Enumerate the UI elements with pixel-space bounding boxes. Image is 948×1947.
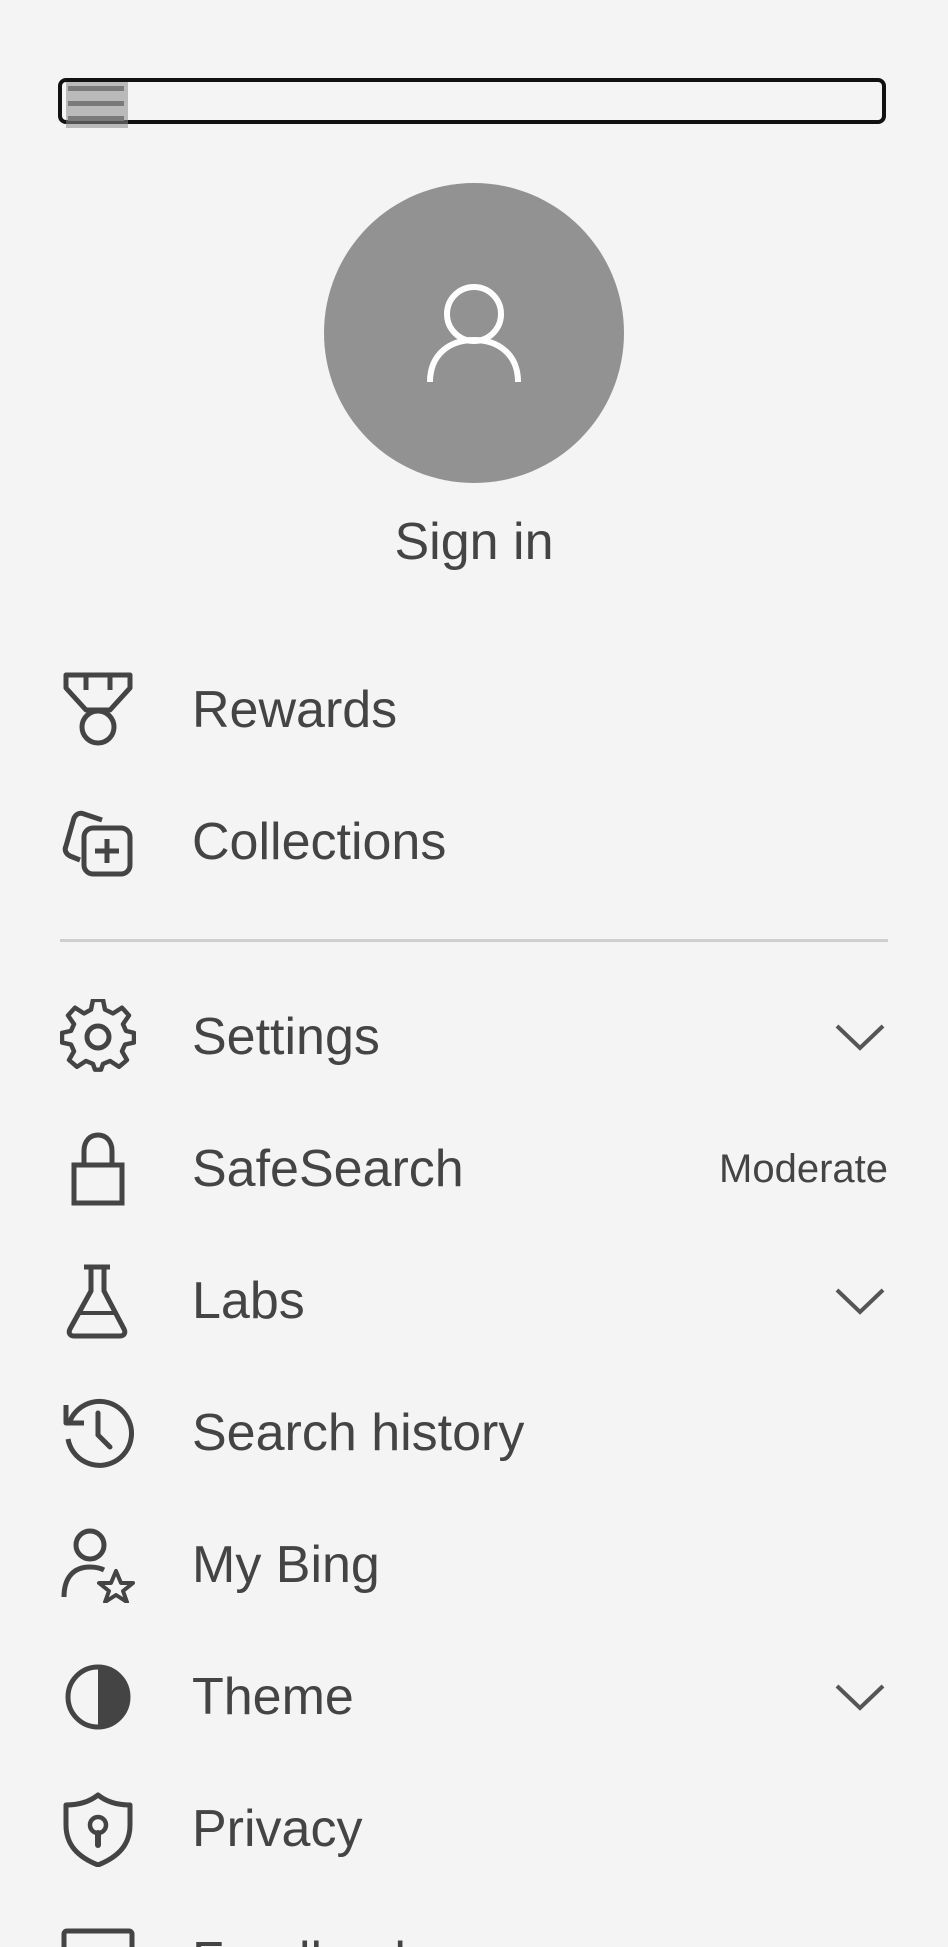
side-menu-panel: Sign in Rewards Collections Settings Saf… [0,0,948,1947]
gear-icon [58,997,138,1077]
menu-item-label: Theme [192,1668,354,1726]
shield-keyhole-icon [58,1789,138,1869]
menu-item-label: Settings [192,1008,380,1066]
menu-item-label: Rewards [192,681,398,739]
history-icon [58,1393,138,1473]
menu-item-label: Labs [192,1272,305,1330]
divider [60,939,888,942]
sign-in-link[interactable]: Sign in [0,510,948,574]
menu-item-collections[interactable]: Collections [58,792,888,892]
person-star-icon [58,1525,138,1605]
medal-icon [58,670,138,750]
chevron-down-icon[interactable] [832,1281,888,1321]
hamburger-menu-icon[interactable] [66,82,128,128]
lock-icon [58,1129,138,1209]
menu-item-feedback[interactable]: Feedback [58,1911,888,1947]
menu-item-label: SafeSearch [192,1140,464,1198]
menu-item-settings[interactable]: Settings [58,987,888,1087]
menu-item-my-bing[interactable]: My Bing [58,1515,888,1615]
menu-header-bar[interactable] [58,78,886,128]
flask-icon [58,1261,138,1341]
menu-item-labs[interactable]: Labs [58,1251,888,1351]
menu-item-search-history[interactable]: Search history [58,1383,888,1483]
menu-item-label: Privacy [192,1800,363,1858]
safesearch-value: Moderate [719,1146,888,1191]
feedback-icon [58,1921,138,1947]
person-icon [424,278,524,388]
menu-item-theme[interactable]: Theme [58,1647,888,1747]
menu-item-privacy[interactable]: Privacy [58,1779,888,1879]
collections-add-icon [58,802,138,882]
chevron-down-icon[interactable] [832,1017,888,1057]
avatar[interactable] [324,183,624,483]
chevron-down-icon[interactable] [832,1677,888,1717]
contrast-icon [58,1657,138,1737]
menu-item-rewards[interactable]: Rewards [58,660,888,760]
menu-item-label: Collections [192,813,447,871]
menu-item-label: Feedback [192,1931,888,1947]
menu-item-label: Search history [192,1404,525,1462]
menu-item-label: My Bing [192,1536,380,1594]
menu-item-safesearch[interactable]: SafeSearch Moderate [58,1119,888,1219]
